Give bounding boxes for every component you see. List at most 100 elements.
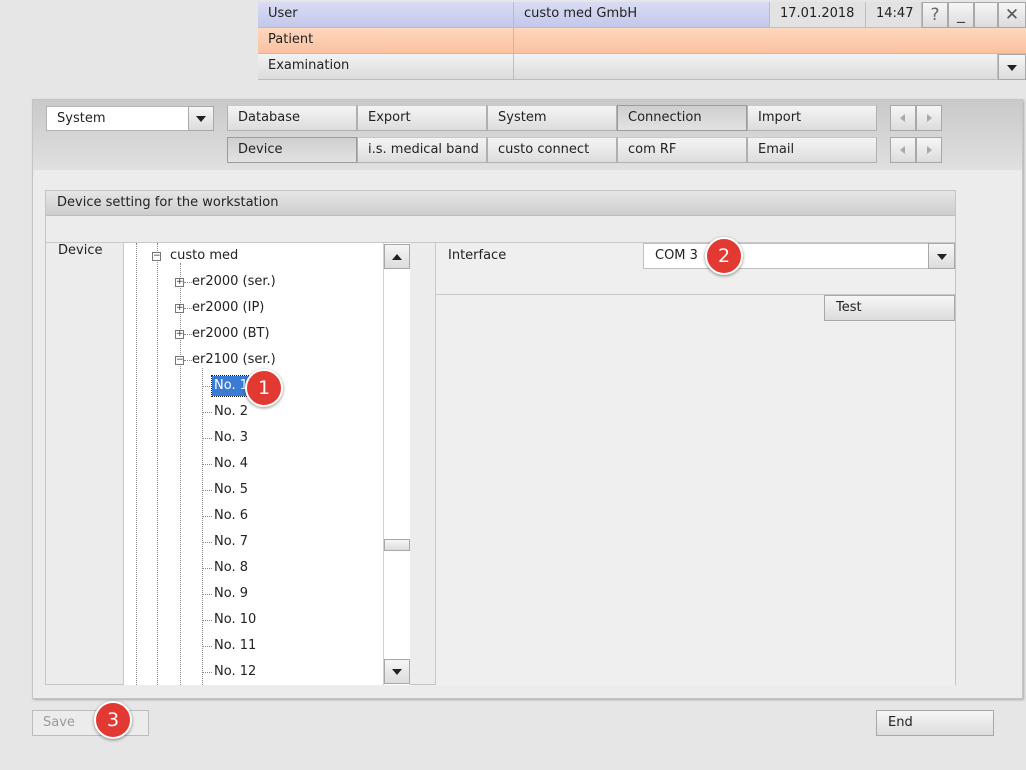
tree-node-no-5[interactable]: No. 5 [214,480,248,500]
tree-guide [202,490,212,491]
tree-node-no-7[interactable]: No. 7 [214,532,248,552]
tab-scroll-right-button[interactable] [916,105,942,131]
interface-select[interactable]: COM 3 [643,243,955,269]
tree-node-no-8[interactable]: No. 8 [214,558,248,578]
interface-label: Interface [448,248,507,263]
tree-guide [202,672,212,673]
tree-guide [202,438,212,439]
chevron-right-icon [927,146,932,154]
minimize-icon: _ [957,4,965,23]
minimize-button[interactable]: _ [948,2,974,28]
end-button[interactable]: End [876,710,994,736]
interface-select-arrow[interactable] [928,243,955,269]
group-title-bar: Device setting for the workstation [46,191,955,216]
expand-icon[interactable]: + [175,278,184,287]
tree-guide [136,243,137,685]
tab2-scroll-right-button[interactable] [916,137,942,163]
tree-node-no-12[interactable]: No. 12 [214,662,256,682]
tree-node-no-6[interactable]: No. 6 [214,506,248,526]
tree-guide [180,263,181,685]
tree-guide [202,464,212,465]
category-select-value: System [57,111,106,126]
tree-guide [202,386,212,387]
expand-icon[interactable]: + [175,330,184,339]
tree-node-no-11[interactable]: No. 11 [214,636,256,656]
header-date: 17.01.2018 [770,2,866,28]
tree-guide [202,412,212,413]
tree-node-no-3[interactable]: No. 3 [214,428,248,448]
chevron-up-icon [392,254,402,260]
tree-node-er2000-ip[interactable]: er2000 (IP) [192,298,264,318]
tree-node-er2000-bt[interactable]: er2000 (BT) [192,324,270,344]
close-button[interactable]: ✕ [998,2,1026,28]
scroll-down-button[interactable] [384,659,410,684]
tree-node-custo-med[interactable]: custo med [170,246,238,266]
test-button[interactable]: Test [824,295,955,321]
tree-guide [202,516,212,517]
tab-com-rf[interactable]: com RF [617,137,747,163]
tree-node-no-9[interactable]: No. 9 [214,584,248,604]
expand-icon[interactable]: + [175,304,184,313]
tab-system[interactable]: System [487,105,617,131]
tree-guide [184,282,192,283]
chevron-left-icon [900,114,905,122]
category-select-arrow[interactable] [188,106,214,131]
tree-node-no-10[interactable]: No. 10 [214,610,256,630]
category-select[interactable]: System [46,106,214,131]
scroll-up-button[interactable] [384,244,410,269]
scroll-thumb[interactable] [384,539,410,551]
examination-label[interactable]: Examination [258,54,514,80]
tree-node-er2000-ser[interactable]: er2000 (ser.) [192,272,276,292]
tree-guide [202,594,212,595]
tree-guide [202,568,212,569]
chevron-down-icon [392,669,402,675]
tree-scrollbar[interactable] [383,243,410,685]
close-icon: ✕ [1004,5,1020,25]
tree-guide [184,360,192,361]
examination-dropdown-button[interactable] [998,54,1026,80]
tab-import[interactable]: Import [747,105,877,131]
examination-value[interactable] [514,54,998,80]
patient-label[interactable]: Patient [258,28,514,54]
collapse-icon[interactable]: − [152,252,161,261]
tree-guide [184,308,192,309]
device-label: Device [58,243,103,258]
user-label: User [258,2,514,28]
tree-guide [157,243,158,685]
tree-node-no-4[interactable]: No. 4 [214,454,248,474]
chevron-down-icon [196,116,206,122]
tree-guide [202,368,203,685]
chevron-down-icon [1007,65,1017,71]
help-button[interactable]: ? [922,2,948,28]
tree-guide [202,646,212,647]
tree-node-no-2[interactable]: No. 2 [214,402,248,422]
user-value: custo med GmbH [514,2,770,28]
tab-connection[interactable]: Connection [617,105,747,131]
tab-export[interactable]: Export [357,105,487,131]
header-time: 14:47 [866,2,922,28]
tree-node-er2100-ser[interactable]: er2100 (ser.) [192,350,276,370]
help-icon: ? [930,5,940,25]
device-tree[interactable] [123,243,410,685]
patient-value[interactable] [514,28,1026,54]
interface-select-value: COM 3 [655,248,698,263]
callout-badge-1: 1 [245,369,283,407]
chevron-down-icon [937,254,947,260]
group-title: Device setting for the workstation [57,195,279,210]
tab-scroll-left-button[interactable] [890,105,916,131]
chevron-left-icon [900,146,905,154]
tree-guide [184,334,192,335]
tab-database[interactable]: Database [227,105,357,131]
tree-guide [202,542,212,543]
callout-badge-2: 2 [705,237,743,275]
tree-guide [202,620,212,621]
callout-badge-3: 3 [94,701,132,739]
chevron-right-icon [927,114,932,122]
tab-custo-connect[interactable]: custo connect [487,137,617,163]
collapse-icon[interactable]: − [175,356,184,365]
tab-device[interactable]: Device [227,137,357,163]
spacer-button [974,2,998,28]
tab-email[interactable]: Email [747,137,877,163]
tab2-scroll-left-button[interactable] [890,137,916,163]
tab-is-medical-band[interactable]: i.s. medical band [357,137,487,163]
